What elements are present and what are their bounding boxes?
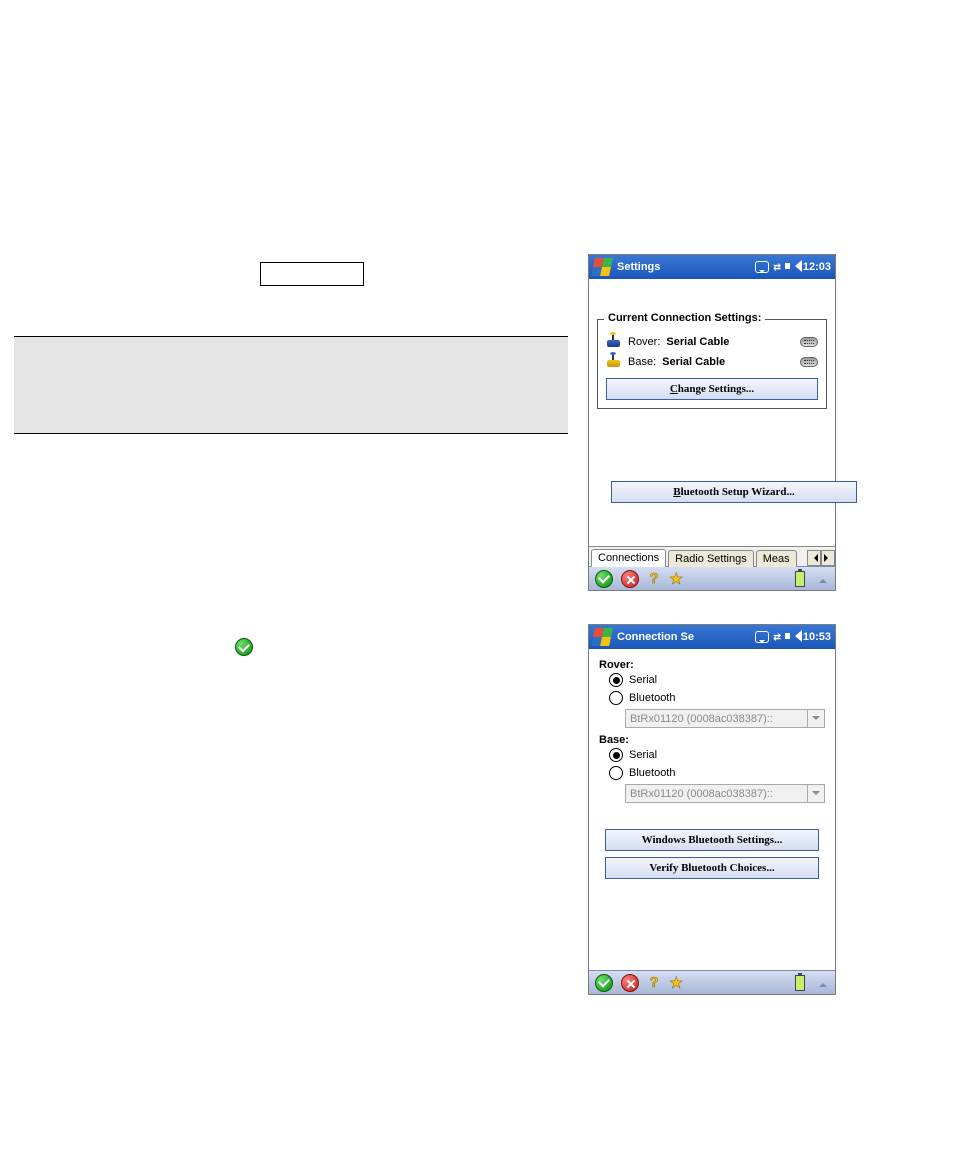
base-label: Base: bbox=[628, 356, 656, 368]
radio-label: Serial bbox=[629, 749, 657, 761]
radio-icon bbox=[609, 766, 623, 780]
chevron-down-icon bbox=[807, 785, 824, 802]
tab-measure[interactable]: Meas bbox=[756, 550, 797, 567]
serial-port-icon bbox=[800, 337, 818, 347]
clock[interactable]: 12:03 bbox=[803, 261, 831, 273]
change-settings-label: hange Settings... bbox=[678, 383, 754, 395]
battery-icon[interactable] bbox=[795, 571, 805, 587]
connection-window: Connection Se ⇄ 10:53 Rover: Serial Blue… bbox=[588, 624, 836, 995]
bt-wizard-mnemonic: B bbox=[673, 486, 680, 498]
base-bluetooth-combo[interactable]: BtRx01120 (0008ac038387):: bbox=[625, 784, 825, 803]
bt-wizard-label: luetooth Setup Wizard... bbox=[681, 486, 795, 498]
chat-icon[interactable] bbox=[755, 261, 769, 273]
radio-icon bbox=[609, 673, 623, 687]
bluetooth-wizard-button[interactable]: Bluetooth Setup Wizard... bbox=[611, 481, 857, 503]
base-icon bbox=[606, 354, 622, 370]
radio-label: Bluetooth bbox=[629, 692, 675, 704]
verify-bluetooth-button[interactable]: Verify Bluetooth Choices... bbox=[605, 857, 819, 879]
change-settings-button[interactable]: Change Settings... bbox=[606, 378, 818, 400]
rover-bluetooth-combo[interactable]: BtRx01120 (0008ac038387):: bbox=[625, 709, 825, 728]
help-icon[interactable]: ? bbox=[647, 974, 661, 992]
favorites-icon[interactable]: ★ bbox=[669, 973, 683, 993]
highlight-box bbox=[260, 262, 364, 286]
chat-icon[interactable] bbox=[755, 631, 769, 643]
start-flag-icon[interactable] bbox=[591, 258, 613, 276]
ok-button[interactable] bbox=[595, 570, 613, 588]
tab-connections[interactable]: Connections bbox=[591, 549, 666, 567]
rover-row: Rover: Serial Cable bbox=[606, 334, 818, 350]
radio-label: Serial bbox=[629, 674, 657, 686]
radio-icon bbox=[609, 748, 623, 762]
rover-value: Serial Cable bbox=[666, 336, 729, 348]
start-flag-icon[interactable] bbox=[591, 628, 613, 646]
speaker-icon[interactable] bbox=[785, 630, 799, 644]
chevron-down-icon bbox=[807, 710, 824, 727]
cancel-button[interactable] bbox=[621, 570, 639, 588]
base-group-label: Base: bbox=[599, 734, 825, 746]
change-settings-mnemonic: C bbox=[670, 383, 678, 395]
sync-icon[interactable]: ⇄ bbox=[773, 264, 781, 271]
ok-icon bbox=[235, 638, 253, 656]
base-bluetooth-radio[interactable]: Bluetooth bbox=[599, 764, 825, 782]
window-title: Settings bbox=[617, 261, 751, 273]
settings-client: Current Connection Settings: Rover: Seri… bbox=[589, 279, 835, 566]
titlebar: Settings ⇄ 12:03 bbox=[589, 255, 835, 279]
radio-label: Bluetooth bbox=[629, 767, 675, 779]
help-icon[interactable]: ? bbox=[647, 570, 661, 588]
checkmark-icon bbox=[235, 638, 253, 656]
connection-client: Rover: Serial Bluetooth BtRx01120 (0008a… bbox=[589, 649, 835, 970]
cancel-button[interactable] bbox=[621, 974, 639, 992]
base-row: Base: Serial Cable bbox=[606, 354, 818, 370]
clock[interactable]: 10:53 bbox=[803, 631, 831, 643]
combo-value: BtRx01120 (0008ac038387):: bbox=[630, 713, 773, 725]
settings-window: Settings ⇄ 12:03 Current Connection Sett… bbox=[588, 254, 836, 591]
rover-group-label: Rover: bbox=[599, 659, 825, 671]
speaker-icon[interactable] bbox=[785, 260, 799, 274]
window-title: Connection Se bbox=[617, 631, 751, 643]
tab-radio-settings[interactable]: Radio Settings bbox=[668, 550, 754, 567]
tab-scroll-right[interactable] bbox=[821, 550, 835, 566]
base-value: Serial Cable bbox=[662, 356, 725, 368]
radio-icon bbox=[609, 691, 623, 705]
sip-button[interactable] bbox=[817, 977, 829, 989]
sip-button[interactable] bbox=[817, 573, 829, 585]
bottom-toolbar: ? ★ bbox=[589, 566, 835, 590]
windows-bluetooth-button[interactable]: Windows Bluetooth Settings... bbox=[605, 829, 819, 851]
serial-port-icon bbox=[800, 357, 818, 367]
rover-icon bbox=[606, 334, 622, 350]
gray-band bbox=[14, 336, 568, 434]
sync-icon[interactable]: ⇄ bbox=[773, 634, 781, 641]
battery-icon[interactable] bbox=[795, 975, 805, 991]
titlebar: Connection Se ⇄ 10:53 bbox=[589, 625, 835, 649]
base-serial-radio[interactable]: Serial bbox=[599, 746, 825, 764]
fieldset-legend: Current Connection Settings: bbox=[604, 312, 765, 324]
rover-label: Rover: bbox=[628, 336, 660, 348]
bottom-toolbar: ? ★ bbox=[589, 970, 835, 994]
rover-serial-radio[interactable]: Serial bbox=[599, 671, 825, 689]
tab-strip: Connections Radio Settings Meas bbox=[589, 546, 835, 566]
favorites-icon[interactable]: ★ bbox=[669, 569, 683, 589]
current-connection-fieldset: Current Connection Settings: Rover: Seri… bbox=[597, 319, 827, 409]
combo-value: BtRx01120 (0008ac038387):: bbox=[630, 788, 773, 800]
rover-bluetooth-radio[interactable]: Bluetooth bbox=[599, 689, 825, 707]
tab-scroll-left[interactable] bbox=[807, 550, 821, 566]
ok-button[interactable] bbox=[595, 974, 613, 992]
